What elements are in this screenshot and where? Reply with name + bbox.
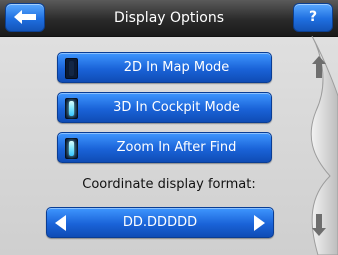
toggle-indicator: [69, 101, 74, 116]
coordinate-format-label: Coordinate display format:: [82, 177, 256, 192]
scroll-up-button[interactable]: [300, 48, 338, 88]
option-2d-map-mode[interactable]: 2D In Map Mode: [57, 52, 272, 83]
toggle-indicator: [69, 141, 74, 156]
option-zoom-in-after-find[interactable]: Zoom In After Find: [57, 132, 272, 163]
option-label: 3D In Cockpit Mode: [113, 100, 240, 115]
coordinate-format-selector[interactable]: DD.DDDDD: [46, 207, 274, 238]
checkbox-toggle[interactable]: [65, 98, 78, 119]
back-button[interactable]: [5, 3, 45, 32]
option-3d-cockpit-mode[interactable]: 3D In Cockpit Mode: [57, 92, 272, 123]
option-label: Zoom In After Find: [116, 140, 237, 155]
scroll-down-button[interactable]: [300, 206, 338, 246]
triangle-left-icon[interactable]: [55, 215, 66, 231]
arrow-down-icon: [312, 214, 326, 236]
scroll-panel: [300, 36, 338, 255]
checkbox-toggle[interactable]: [65, 58, 78, 79]
display-options-screen: Display Options ? 2D In Map Mode 3D In C…: [0, 0, 338, 255]
help-button[interactable]: ?: [293, 3, 333, 32]
title-bar: Display Options ?: [0, 0, 338, 37]
coordinate-format-value: DD.DDDDD: [122, 215, 198, 230]
checkbox-toggle[interactable]: [65, 138, 78, 159]
arrow-up-icon: [312, 56, 326, 78]
arrow-left-icon: [14, 10, 36, 24]
toggle-indicator: [69, 61, 74, 76]
page-title: Display Options: [113, 10, 225, 26]
option-label: 2D In Map Mode: [123, 60, 230, 75]
triangle-right-icon[interactable]: [254, 215, 265, 231]
